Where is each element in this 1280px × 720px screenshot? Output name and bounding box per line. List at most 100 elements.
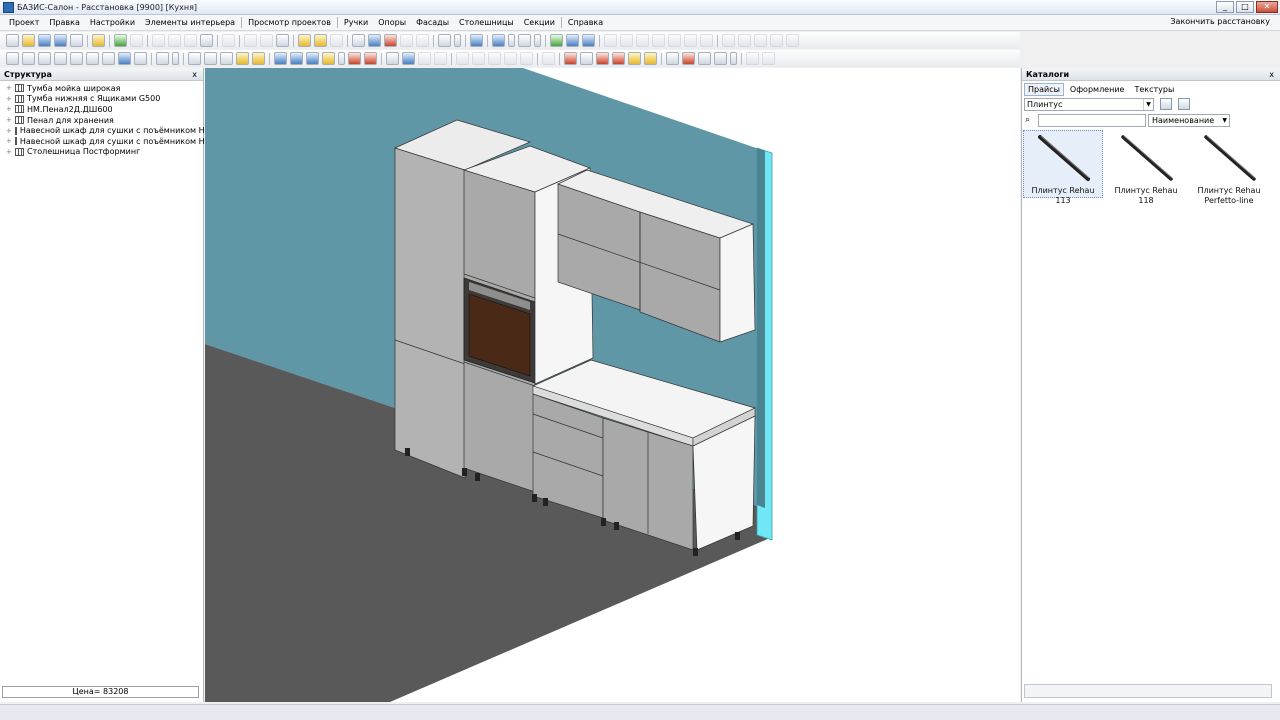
move-left-icon[interactable] <box>488 52 501 65</box>
move-up-icon[interactable] <box>456 52 469 65</box>
chevron-down-icon[interactable]: ▼ <box>1143 99 1153 110</box>
open-folder-icon[interactable] <box>22 34 35 47</box>
zoom-fit-icon[interactable] <box>6 52 19 65</box>
structure-toggle-icon[interactable] <box>298 34 311 47</box>
sync-icon[interactable] <box>434 52 447 65</box>
expand-icon[interactable]: + <box>6 137 12 145</box>
expand-icon[interactable]: + <box>6 95 12 103</box>
measure-icon[interactable] <box>386 52 399 65</box>
wall-icon[interactable] <box>384 34 397 47</box>
folder-up-icon[interactable] <box>1160 98 1172 110</box>
tree-item[interactable]: + НМ.Пенал2Д.ДШ600 <box>0 104 203 115</box>
save-as-icon[interactable] <box>54 34 67 47</box>
view-top-icon[interactable] <box>134 52 147 65</box>
grid-icon[interactable] <box>276 34 289 47</box>
door-icon[interactable] <box>352 34 365 47</box>
tree-item[interactable]: + Тумба мойка широкая <box>0 83 203 94</box>
camera-icon[interactable] <box>306 52 319 65</box>
menu-help[interactable]: Справка <box>563 18 608 27</box>
layers-icon[interactable] <box>330 34 343 47</box>
expand-icon[interactable]: + <box>6 116 12 124</box>
menu-interior-elements[interactable]: Элементы интерьера <box>140 18 240 27</box>
catalog-item[interactable]: Плинтус Rehau Perfetto-line <box>1189 130 1269 205</box>
dimension-dropdown-icon[interactable] <box>454 34 461 47</box>
hidden-lines-icon[interactable] <box>204 52 217 65</box>
minimize-button[interactable]: _ <box>1216 1 1234 13</box>
center-align-icon[interactable] <box>786 34 799 47</box>
binoculars-icon[interactable]: ⌕ <box>1025 115 1030 125</box>
tab-prices[interactable]: Прайсы <box>1024 83 1064 96</box>
window-icon[interactable] <box>368 34 381 47</box>
view-right-icon[interactable] <box>102 52 115 65</box>
realistic-icon[interactable] <box>252 52 265 65</box>
dimension-icon[interactable] <box>438 34 451 47</box>
align-icon[interactable] <box>470 34 483 47</box>
menu-settings[interactable]: Настройки <box>85 18 140 27</box>
render-mode-icon[interactable] <box>156 52 169 65</box>
export-icon[interactable] <box>714 52 727 65</box>
expand-icon[interactable]: + <box>6 127 12 135</box>
snap-icon[interactable] <box>550 34 563 47</box>
handle-icon[interactable] <box>628 52 641 65</box>
menu-facades[interactable]: Фасады <box>411 18 454 27</box>
kitchen-scene[interactable] <box>205 68 1020 702</box>
menu-handles[interactable]: Ручки <box>339 18 373 27</box>
refresh-icon[interactable] <box>418 52 431 65</box>
cut-icon[interactable] <box>152 34 165 47</box>
top-align-icon[interactable] <box>722 34 735 47</box>
tree-item[interactable]: + Навесной шкаф для сушки с поъёмником HF <box>0 125 209 136</box>
menu-supports[interactable]: Опоры <box>373 18 411 27</box>
menu-project[interactable]: Проект <box>4 18 44 27</box>
paste-icon[interactable] <box>184 34 197 47</box>
view-iso-icon[interactable] <box>118 52 131 65</box>
bottom-align-icon[interactable] <box>738 34 751 47</box>
stack-icon[interactable] <box>520 52 533 65</box>
menu-sections[interactable]: Секции <box>519 18 560 27</box>
catalogs-close-button[interactable]: x <box>1269 68 1274 81</box>
tab-textures[interactable]: Текстуры <box>1130 83 1178 96</box>
array-icon[interactable] <box>700 34 713 47</box>
menu-edit[interactable]: Правка <box>44 18 84 27</box>
tree-item[interactable]: + Навесной шкаф для сушки с поъёмником HF <box>0 136 209 147</box>
undo-icon[interactable] <box>114 34 127 47</box>
tree-item[interactable]: + Пенал для хранения <box>0 115 203 126</box>
plinth-icon[interactable] <box>596 52 609 65</box>
tree-item[interactable]: + Тумба нижняя с Ящиками G500 <box>0 94 203 105</box>
snap-face-icon[interactable] <box>582 34 595 47</box>
elevation-dropdown-icon[interactable] <box>508 34 515 47</box>
view-left-icon[interactable] <box>86 52 99 65</box>
texture-icon[interactable] <box>364 52 377 65</box>
distribute-icon[interactable] <box>684 34 697 47</box>
spec-icon[interactable] <box>682 52 695 65</box>
magnet-icon[interactable] <box>402 52 415 65</box>
settings-icon[interactable] <box>698 52 711 65</box>
align-dropdown-icon[interactable] <box>542 52 555 65</box>
close-button[interactable]: ✕ <box>1256 1 1278 13</box>
elevation-icon[interactable] <box>492 34 505 47</box>
export-dropdown-icon[interactable] <box>730 52 737 65</box>
tree-item[interactable]: + Столешница Постформинг <box>0 147 203 158</box>
copy-icon[interactable] <box>168 34 181 47</box>
tab-design[interactable]: Оформление <box>1066 83 1129 96</box>
group-icon[interactable] <box>244 34 257 47</box>
wall-view-icon[interactable] <box>274 52 287 65</box>
menu-view-projects[interactable]: Просмотр проектов <box>243 18 336 27</box>
chevron-down-icon[interactable]: ▼ <box>1222 115 1227 126</box>
frame-icon[interactable] <box>518 34 531 47</box>
zoom-out-icon[interactable] <box>38 52 51 65</box>
structure-close-button[interactable]: x <box>192 68 197 81</box>
expand-icon[interactable]: + <box>6 105 12 113</box>
material-icon[interactable] <box>348 52 361 65</box>
front-align-icon[interactable] <box>754 34 767 47</box>
view-front-icon[interactable] <box>54 52 67 65</box>
home-icon[interactable] <box>92 34 105 47</box>
lift-icon[interactable] <box>668 34 681 47</box>
ungroup-icon[interactable] <box>260 34 273 47</box>
eye-icon[interactable] <box>746 52 759 65</box>
snap-edge-icon[interactable] <box>566 34 579 47</box>
back-arrow-icon[interactable] <box>762 52 775 65</box>
rotate-left-icon[interactable] <box>604 34 617 47</box>
menu-worktops[interactable]: Столешницы <box>454 18 519 27</box>
save-icon[interactable] <box>38 34 51 47</box>
back-align-icon[interactable] <box>770 34 783 47</box>
